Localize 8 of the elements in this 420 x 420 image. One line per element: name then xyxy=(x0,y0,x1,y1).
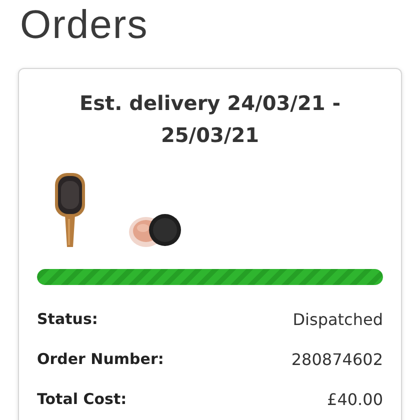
delivery-estimate: Est. delivery 24/03/21 - 25/03/21 xyxy=(78,90,342,149)
detail-value: Dispatched xyxy=(292,310,383,328)
page-title: Orders xyxy=(19,2,150,48)
detail-value: £40.00 xyxy=(327,390,383,408)
detail-label: Order Number: xyxy=(37,350,164,368)
detail-value: 280874602 xyxy=(291,350,383,368)
detail-label: Total Cost: xyxy=(37,390,127,408)
detail-label: Status: xyxy=(37,310,98,328)
